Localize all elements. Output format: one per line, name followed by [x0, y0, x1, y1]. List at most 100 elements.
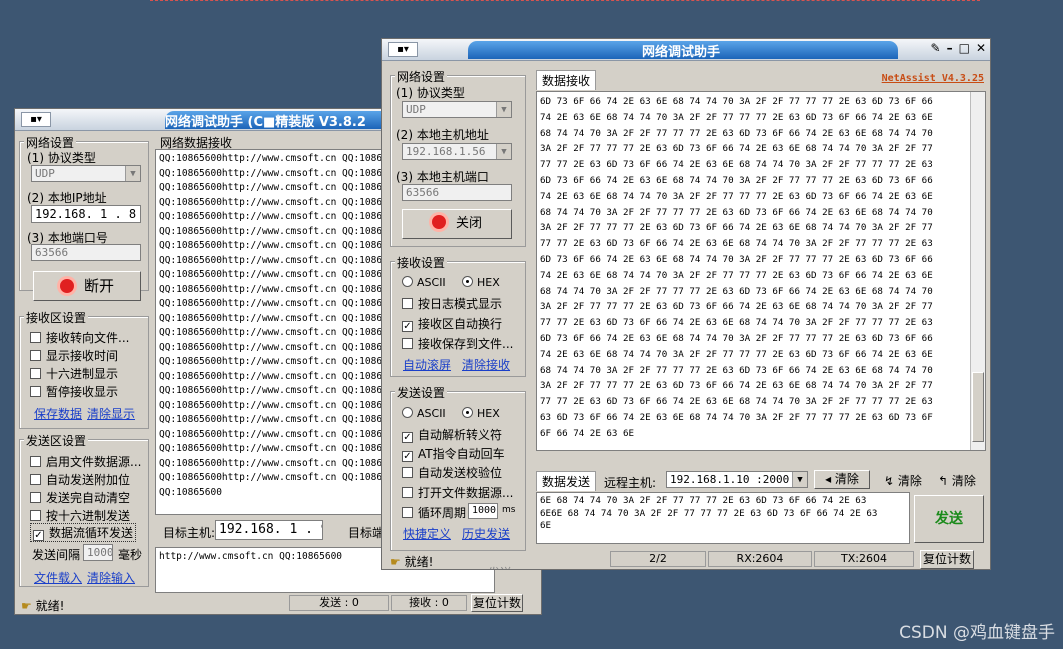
radio-selected-icon	[462, 276, 473, 287]
file-load-link[interactable]: 文件载入	[34, 569, 82, 586]
clear-send-button[interactable]: ↯ 清除	[884, 472, 922, 489]
close-label: 关闭	[455, 216, 482, 231]
status-bulb-icon	[59, 279, 74, 293]
shortcut-link[interactable]: 快捷定义	[403, 525, 451, 542]
hex-line: 3A 2F 2F 77 77 77 2E 63 6D 73 6F 66 74 2…	[540, 301, 933, 313]
recv-scrollbar[interactable]	[970, 92, 985, 450]
clear-all-button[interactable]: ↰ 清除	[938, 472, 976, 489]
auto-checksum-checkbox[interactable]: 自动发送校验位	[402, 464, 502, 481]
target-host-field[interactable]: 192.168. 1 . 9	[215, 520, 323, 540]
ok-icon: ☛	[21, 599, 32, 613]
send-line: 6E6E 68 74 74 70 3A 2F 2F 77 77 77 2E 63…	[540, 507, 878, 519]
close-icon[interactable]: ✕	[976, 41, 986, 55]
clear-label: 清除	[834, 472, 859, 486]
hex-display-checkbox[interactable]: 十六进制显示	[30, 365, 118, 382]
clear-input-link[interactable]: 清除输入	[87, 569, 135, 586]
hex-send-checkbox[interactable]: 按十六进制发送	[30, 507, 130, 524]
maximize-icon[interactable]: □	[959, 41, 970, 55]
app-menu-icon[interactable]: ▪▾	[21, 112, 51, 127]
hex-recv-textarea[interactable]: 6D 73 6F 66 74 2E 63 6E 68 74 74 70 3A 2…	[536, 91, 986, 451]
reset-count-button[interactable]: 复位计数	[920, 550, 974, 569]
recv-to-file-checkbox[interactable]: 接收转向文件...	[30, 329, 129, 346]
log-mode-checkbox[interactable]: 按日志模式显示	[402, 295, 502, 312]
auto-scroll-link[interactable]: 自动滚屏	[403, 356, 451, 373]
right-netassist-window: ▪▾ 网络调试助手 ✎ – □ ✕ 网络设置 (1) 协议类型 UDP ▼ (2) 本地…	[381, 38, 991, 570]
radio-icon	[402, 407, 413, 418]
auto-wrap-checkbox[interactable]: ✓ 接收区自动换行	[402, 315, 502, 332]
scroll-thumb[interactable]	[972, 372, 984, 442]
minimize-icon[interactable]: –	[947, 41, 953, 55]
recv-ascii-radio[interactable]: ASCII	[402, 276, 446, 289]
parse-escape-checkbox[interactable]: ✓ 自动解析转义符	[402, 426, 502, 443]
clear-remote-button[interactable]: ◂ 清除	[814, 470, 870, 489]
option-label: 十六进制显示	[46, 367, 119, 381]
pin-icon[interactable]: ✎	[931, 41, 941, 55]
option-label: 启用文件数据源...	[46, 455, 142, 469]
open-file-source-checkbox[interactable]: 打开文件数据源...	[402, 484, 513, 501]
checkbox-icon	[30, 368, 41, 379]
hex-line: 68 74 74 70 3A 2F 2F 77 77 77 2E 63 6D 7…	[540, 364, 933, 376]
target-host-label: 目标主机:	[163, 526, 216, 540]
checkbox-checked-icon: ✓	[402, 451, 413, 462]
hex-line: 6D 73 6F 66 74 2E 63 6E 68 74 74 70 3A 2…	[540, 96, 933, 107]
hex-line: 68 74 74 70 3A 2F 2F 77 77 77 2E 63 6D 7…	[540, 206, 933, 218]
send-line: 6E	[540, 520, 552, 531]
auto-clear-checkbox[interactable]: 发送完自动清空	[30, 489, 130, 506]
cycle-checkbox[interactable]: 循环周期	[402, 504, 466, 521]
radio-label: HEX	[477, 407, 500, 420]
interval-field[interactable]: 1000	[83, 544, 113, 561]
send-textarea[interactable]: 6E 68 74 74 70 3A 2F 2F 77 77 77 2E 63 6…	[536, 492, 910, 544]
checkbox-icon	[402, 507, 413, 518]
status-bulb-icon	[431, 215, 446, 229]
app-menu-icon[interactable]: ▪▾	[388, 42, 418, 57]
ip-label: (2) 本地IP地址	[27, 191, 107, 205]
hook-arrow-icon: ↰	[938, 474, 949, 488]
protocol-label: (1) 协议类型	[27, 151, 96, 165]
radio-label: ASCII	[417, 276, 446, 289]
append-bit-checkbox[interactable]: 自动发送附加位	[30, 471, 130, 488]
save-to-file-checkbox[interactable]: 接收保存到文件...	[402, 335, 513, 352]
clear-recv-link[interactable]: 清除接收	[462, 356, 510, 373]
radio-selected-icon	[462, 407, 473, 418]
remote-host-select[interactable]: 192.168.1.10 :2000 ▼	[666, 471, 808, 488]
option-label: 发送完自动清空	[46, 491, 131, 505]
recv-hex-radio[interactable]: HEX	[462, 276, 500, 289]
interval-unit: 毫秒	[118, 548, 143, 562]
protocol-value: UDP	[35, 167, 55, 180]
ip-select[interactable]: 192.168.1.56 ▼	[402, 143, 512, 160]
cycle-field[interactable]: 1000	[468, 503, 498, 519]
send-ascii-radio[interactable]: ASCII	[402, 407, 446, 420]
ip-field[interactable]: 192.168. 1 . 8	[31, 205, 141, 223]
hex-line: 6D 73 6F 66 74 2E 63 6E 68 74 74 70 3A 2…	[540, 174, 933, 186]
history-link[interactable]: 历史发送	[462, 525, 510, 542]
arrow-left-icon: ◂	[825, 472, 832, 486]
close-conn-button[interactable]: 关闭	[402, 209, 512, 239]
protocol-select[interactable]: UDP ▼	[402, 101, 512, 118]
hex-line: 63 6D 73 6F 66 74 2E 63 6E 68 74 74 70 3…	[540, 411, 933, 423]
send-button[interactable]: 发送	[914, 495, 984, 543]
send-hex-radio[interactable]: HEX	[462, 407, 500, 420]
pause-display-checkbox[interactable]: 暂停接收显示	[30, 383, 118, 400]
loop-send-checkbox[interactable]: ✓ 数据流循环发送	[30, 523, 137, 542]
port-field[interactable]: 63566	[31, 244, 141, 261]
clear-label: 清除	[897, 474, 922, 488]
at-auto-enter-checkbox[interactable]: ✓ AT指令自动回车	[402, 445, 505, 462]
right-titlebar: ▪▾ 网络调试助手 ✎ – □ ✕	[382, 39, 990, 61]
save-data-link[interactable]: 保存数据	[34, 405, 82, 422]
status-bar: ☛ 就绪!	[21, 597, 64, 614]
tab-data-send[interactable]: 数据发送	[536, 471, 597, 491]
reset-count-button[interactable]: 复位计数	[471, 594, 523, 612]
hex-line: 77 77 2E 63 6D 73 6F 66 74 2E 63 6E 68 7…	[540, 396, 933, 408]
port-field[interactable]: 63566	[402, 184, 512, 201]
checkbox-icon	[30, 492, 41, 503]
protocol-select[interactable]: UDP ▼	[31, 165, 141, 182]
show-time-checkbox[interactable]: 显示接收时间	[30, 347, 118, 364]
disconnect-button[interactable]: 断开	[33, 271, 141, 301]
group-title: 网络设置	[395, 68, 448, 85]
hex-line: 68 74 74 70 3A 2F 2F 77 77 77 2E 63 6D 7…	[540, 127, 933, 139]
tab-data-recv[interactable]: 数据接收	[536, 70, 597, 90]
option-label: 循环周期	[418, 506, 467, 520]
version-label: NetAssist V4.3.25	[881, 73, 984, 84]
clear-display-link[interactable]: 清除显示	[87, 405, 135, 422]
file-source-checkbox[interactable]: 启用文件数据源...	[30, 453, 141, 470]
